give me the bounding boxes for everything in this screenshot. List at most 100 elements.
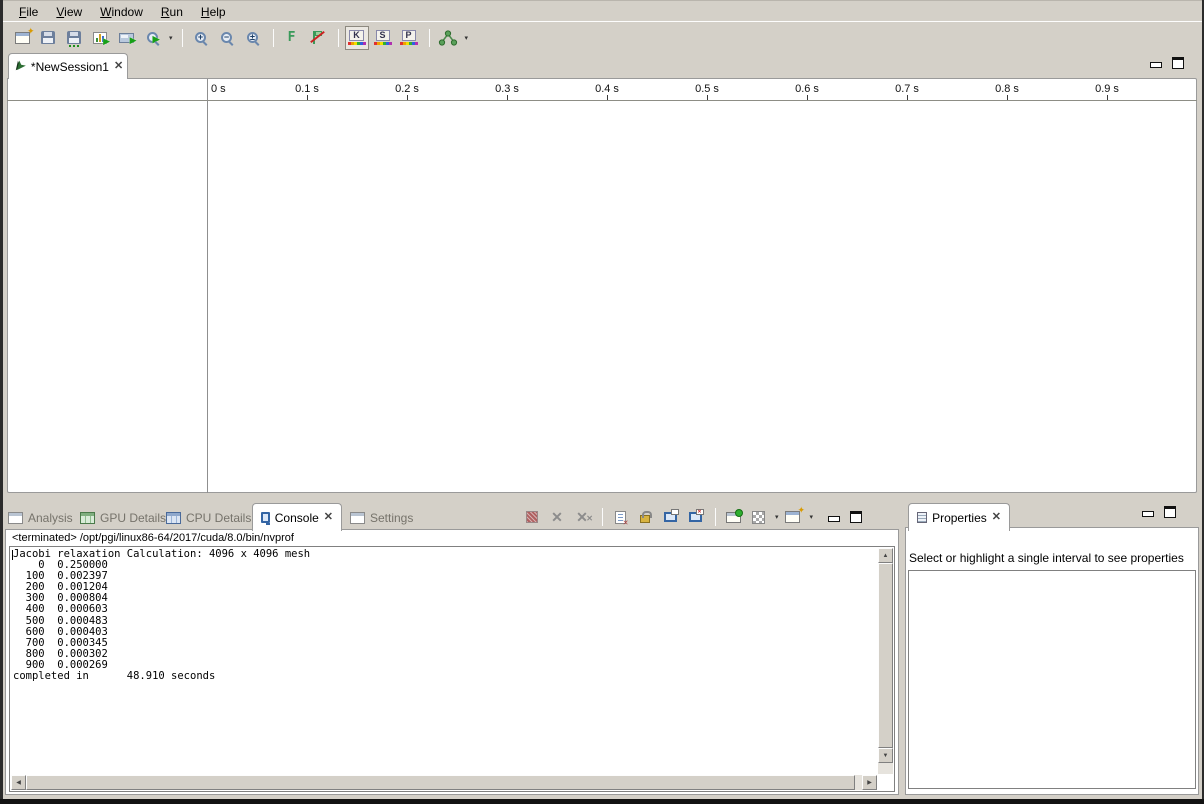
zoom-out-button[interactable]: − [215,26,239,50]
analysis-tree-button[interactable] [436,26,460,50]
stdout-console-icon [664,512,677,522]
menu-run[interactable]: Run [155,3,189,21]
open-console-caret[interactable]: ▾ [807,513,817,521]
scroll-lock-button[interactable] [634,507,656,527]
new-session-button[interactable]: ✦ [10,26,34,50]
menu-window[interactable]: Window [94,3,149,21]
zoom-in-button[interactable]: + [189,26,213,50]
show-stdout-button[interactable] [659,507,681,527]
display-console-icon [752,511,765,524]
editor-minimize-button[interactable] [1150,62,1162,68]
hscroll-thumb[interactable] [26,775,855,790]
scroll-left-button[interactable]: ◀ [11,775,26,790]
tab-cpu-details[interactable]: CPU Details [166,507,251,529]
stderr-console-icon: ✕ [689,512,702,522]
tab-console[interactable]: Console ✕ [252,503,342,531]
tab-gpu-details-label: GPU Details [100,511,166,525]
color-by-process-toggle[interactable]: P [397,26,421,50]
toolbar-separator [338,29,339,47]
save-icon [41,31,55,44]
search-run-button[interactable]: ▶ [140,26,164,50]
editor-maximize-button[interactable] [1172,57,1184,69]
pin-console-icon [726,512,741,523]
clear-markers-button[interactable] [306,26,330,50]
menu-file[interactable]: File [13,3,44,21]
menu-view[interactable]: View [50,3,88,21]
console-output[interactable]: Jacobi relaxation Calculation: 4096 x 40… [13,549,876,773]
ruler-tick-label: 0 s [211,83,226,95]
color-by-stream-toggle[interactable]: S [371,26,395,50]
marker-button[interactable]: F [280,26,304,50]
kernel-color-icon: K [348,30,366,45]
console-maximize-button[interactable] [850,511,862,523]
toolbar-separator [273,29,274,47]
timeline-canvas[interactable] [7,78,1197,493]
green-arrow-icon: ▶ [153,35,160,44]
tab-analysis-label: Analysis [28,511,73,525]
display-selected-console-button[interactable] [747,507,769,527]
scroll-right-button[interactable]: ▶ [862,775,877,790]
main-toolbar: ✦ ▶ ▶ ▶ ▾ + − ± [3,24,1202,51]
properties-icon [917,512,927,523]
ruler-tick-label: 0.9 s [1095,83,1119,95]
open-console-button[interactable]: ✦ [782,507,804,527]
tab-gpu-details[interactable]: GPU Details [80,507,166,529]
ruler-tickmark [807,95,808,100]
plus-glyph: + [198,33,203,42]
save-as-button[interactable] [62,26,86,50]
ruler-tick-label: 0.2 s [395,83,419,95]
properties-tab-close-icon[interactable]: ✕ [992,512,1001,523]
tab-settings[interactable]: Settings [350,507,413,529]
up-arrow-icon: ▲ [883,553,889,559]
ruler-tick-label: 0.1 s [295,83,319,95]
star-icon: ✦ [27,27,35,36]
session-icon: ➤ [12,58,29,75]
console-hscrollbar[interactable]: ◀ ▶ [11,775,877,790]
new-session-icon: ✦ [15,32,30,44]
session-tab-close-icon[interactable]: ✕ [114,61,123,72]
scroll-up-button[interactable]: ▲ [878,548,893,563]
properties-maximize-button[interactable] [1164,506,1176,518]
color-by-kernel-toggle[interactable]: K [345,26,369,50]
analysis-icon [8,512,23,524]
cpu-details-icon [166,512,181,524]
zoom-reset-button[interactable]: ± [241,26,265,50]
ruler-tickmark [907,95,908,100]
show-stderr-button[interactable]: ✕ [684,507,706,527]
star-icon: ✦ [797,506,805,515]
properties-minimize-button[interactable] [1142,511,1154,517]
ruler-tickmark [707,95,708,100]
search-dropdown-caret[interactable]: ▾ [166,34,176,42]
remove-launch-button[interactable]: ✕ [546,507,568,527]
marker-f-icon: F [288,30,296,45]
timeline-row-divider[interactable] [207,79,208,493]
zoom-reset-icon: ± [247,32,258,43]
display-console-caret[interactable]: ▾ [772,513,782,521]
console-minimize-button[interactable] [828,516,840,522]
toolbar-separator [715,508,716,526]
green-arrow-icon: ▶ [130,36,137,45]
profile-application-button[interactable]: ▶ [88,26,112,50]
tab-properties[interactable]: Properties ✕ [908,503,1010,531]
nvvp-window: File View Window Run Help ✦ ▶ ▶ ▶ ▾ [0,0,1204,804]
gpu-details-icon [80,512,95,524]
tree-dropdown-caret[interactable]: ▾ [462,34,472,42]
import-button[interactable]: ▶ [114,26,138,50]
window-edge-top [0,0,1204,1]
clear-console-button[interactable] [609,507,631,527]
ruler-tickmark [407,95,408,100]
save-button[interactable] [36,26,60,50]
pin-console-button[interactable] [722,507,744,527]
menu-help[interactable]: Help [195,3,232,21]
left-arrow-icon: ◀ [16,779,21,786]
ruler-tick-label: 0.5 s [695,83,719,95]
session-tab[interactable]: ➤ *NewSession1 ✕ [8,53,128,79]
tree-graph-icon [438,30,458,46]
remove-all-launches-button[interactable]: ✕ [571,507,593,527]
terminate-button[interactable] [521,507,543,527]
tab-analysis[interactable]: Analysis [8,507,73,529]
vscroll-thumb[interactable] [878,563,893,748]
console-vscrollbar[interactable]: ▲ ▼ [878,548,893,774]
scroll-down-button[interactable]: ▼ [878,748,893,763]
console-tab-close-icon[interactable]: ✕ [324,512,333,523]
